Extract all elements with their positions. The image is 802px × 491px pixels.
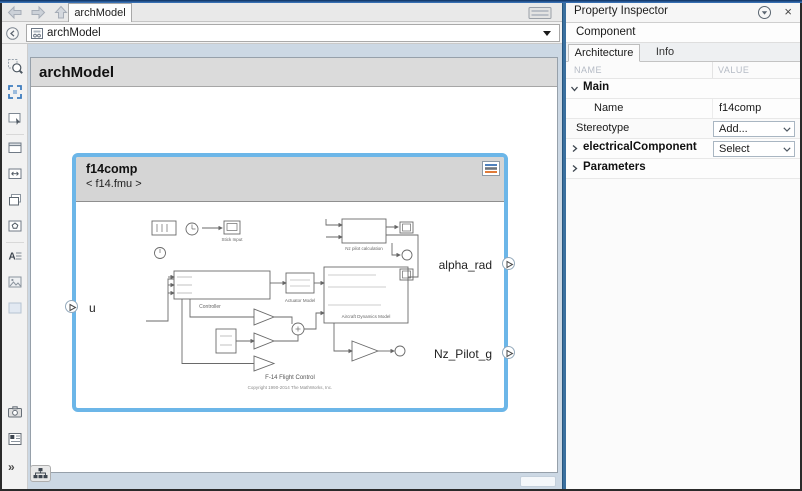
component-box-icon[interactable] [7, 140, 23, 156]
chevron-down-icon[interactable] [570, 84, 579, 93]
prop-value-name[interactable]: f14comp [712, 99, 800, 118]
output-port-nz-pilot-g[interactable] [502, 346, 515, 359]
column-name-header: NAME [574, 65, 602, 75]
hierarchy-view-button[interactable] [30, 465, 51, 482]
palette-separator [6, 134, 24, 135]
canvas-title: archModel [31, 58, 557, 87]
adapter-box-icon[interactable] [7, 218, 23, 234]
inspector-title: Property Inspector [574, 5, 668, 17]
row-stereotype: Stereotype Add... [566, 119, 800, 139]
blank-box-icon[interactable] [7, 300, 23, 316]
stereotype-dropdown[interactable]: Add... [713, 121, 795, 137]
row-name: Name f14comp [566, 99, 800, 119]
port-label-u: u [89, 301, 96, 315]
port-label-nz-pilot-g: Nz_Pilot_g [434, 347, 492, 361]
group-label-parameters: Parameters [583, 161, 646, 173]
component-thumbnail: Stick Input Controller Actuator Model Ai… [146, 213, 434, 393]
palette-separator [6, 242, 24, 243]
stereotype-dropdown-value: Add... [719, 123, 748, 135]
breadcrumb-dropdown-icon[interactable] [543, 31, 551, 36]
copy-boxes-icon[interactable] [7, 192, 23, 208]
prop-label-stereotype: Stereotype [576, 122, 629, 134]
forward-arrow-icon[interactable] [29, 5, 47, 20]
variant-box-icon[interactable] [7, 166, 23, 182]
expand-palette-chevrons[interactable]: » [8, 460, 14, 474]
breadcrumb-model[interactable]: archModel [47, 25, 101, 41]
thumb-label-stick-input: Stick Input [221, 237, 243, 242]
thumb-label-aircraft: Aircraft Dynamics Model [342, 314, 391, 319]
select-area-icon[interactable] [7, 110, 23, 126]
breadcrumb-bar[interactable]: archModel [26, 24, 560, 42]
app-window: archModel [0, 0, 802, 491]
chevron-right-icon[interactable] [570, 164, 579, 173]
camera-icon[interactable] [7, 404, 23, 420]
component-header: f14comp < f14.fmu > [76, 157, 504, 202]
component-frame: f14comp < f14.fmu > [72, 153, 508, 412]
panel-menu-icon[interactable] [757, 5, 772, 20]
thumb-label-controller: Controller [199, 304, 221, 310]
inspector-header: Property Inspector × [566, 2, 800, 23]
inspector-object-type: Component [566, 23, 800, 43]
fit-to-view-icon[interactable] [7, 84, 23, 100]
thumb-copyright: Copyright 1990-2014 The MathWorks, Inc. [248, 385, 333, 390]
tab-info[interactable]: Info [644, 44, 686, 61]
tab-architecture[interactable]: Architecture [568, 44, 640, 62]
row-parameters-group[interactable]: Parameters [566, 159, 800, 179]
grid-header: NAME VALUE [566, 62, 800, 79]
fmu-badge-icon [482, 161, 500, 176]
zoom-icon[interactable] [7, 58, 23, 74]
chevron-down-icon [783, 127, 791, 132]
component-title: f14comp [86, 162, 494, 176]
back-arrow-icon[interactable] [6, 5, 24, 20]
column-divider [712, 62, 713, 78]
thumb-title: F-14 Flight Control [265, 375, 315, 381]
group-label-electrical: electricalComponent [583, 141, 697, 153]
tool-palette: A » [2, 44, 28, 489]
nav-circle-icon[interactable] [5, 26, 20, 41]
thumb-label-nz-calc: Nz pilot calculation [345, 246, 383, 251]
breadcrumb: archModel [2, 22, 562, 44]
model-browser-icon[interactable] [7, 431, 23, 447]
group-label-main: Main [583, 81, 609, 93]
tab-bar: archModel [2, 3, 562, 22]
input-port-u[interactable] [65, 300, 78, 313]
annotation-icon[interactable]: A [7, 248, 23, 264]
close-icon[interactable]: × [784, 4, 792, 20]
svg-text:A: A [9, 252, 16, 263]
canvas-area: archModel f14comp < f14.fmu > [28, 44, 562, 489]
chevron-right-icon[interactable] [570, 144, 579, 153]
tab-label: archModel [74, 7, 125, 19]
component-subtitle: < f14.fmu > [86, 178, 494, 190]
inspector-tabs: Architecture Info [566, 43, 800, 62]
component-f14comp[interactable]: f14comp < f14.fmu > [72, 153, 508, 412]
column-value-header: VALUE [718, 65, 749, 75]
output-port-alpha-rad[interactable] [502, 257, 515, 270]
keyboard-icon[interactable] [528, 6, 552, 20]
electrical-dropdown-value: Select [719, 143, 750, 155]
row-main-group[interactable]: Main [566, 79, 800, 99]
tab-archmodel[interactable]: archModel [68, 3, 132, 22]
model-badge-icon [30, 27, 44, 40]
port-label-alpha-rad: alpha_rad [439, 258, 492, 272]
property-inspector: Property Inspector × Component Architect… [566, 2, 800, 489]
image-icon[interactable] [7, 274, 23, 290]
horizontal-scrollbar[interactable] [520, 476, 556, 487]
electrical-dropdown[interactable]: Select [713, 141, 795, 157]
window-top-accent [0, 0, 802, 3]
thumb-label-actuator: Actuator Model [285, 298, 315, 303]
chevron-down-icon [783, 147, 791, 152]
prop-label-name: Name [594, 102, 623, 114]
row-electrical-component[interactable]: electricalComponent Select [566, 139, 800, 159]
